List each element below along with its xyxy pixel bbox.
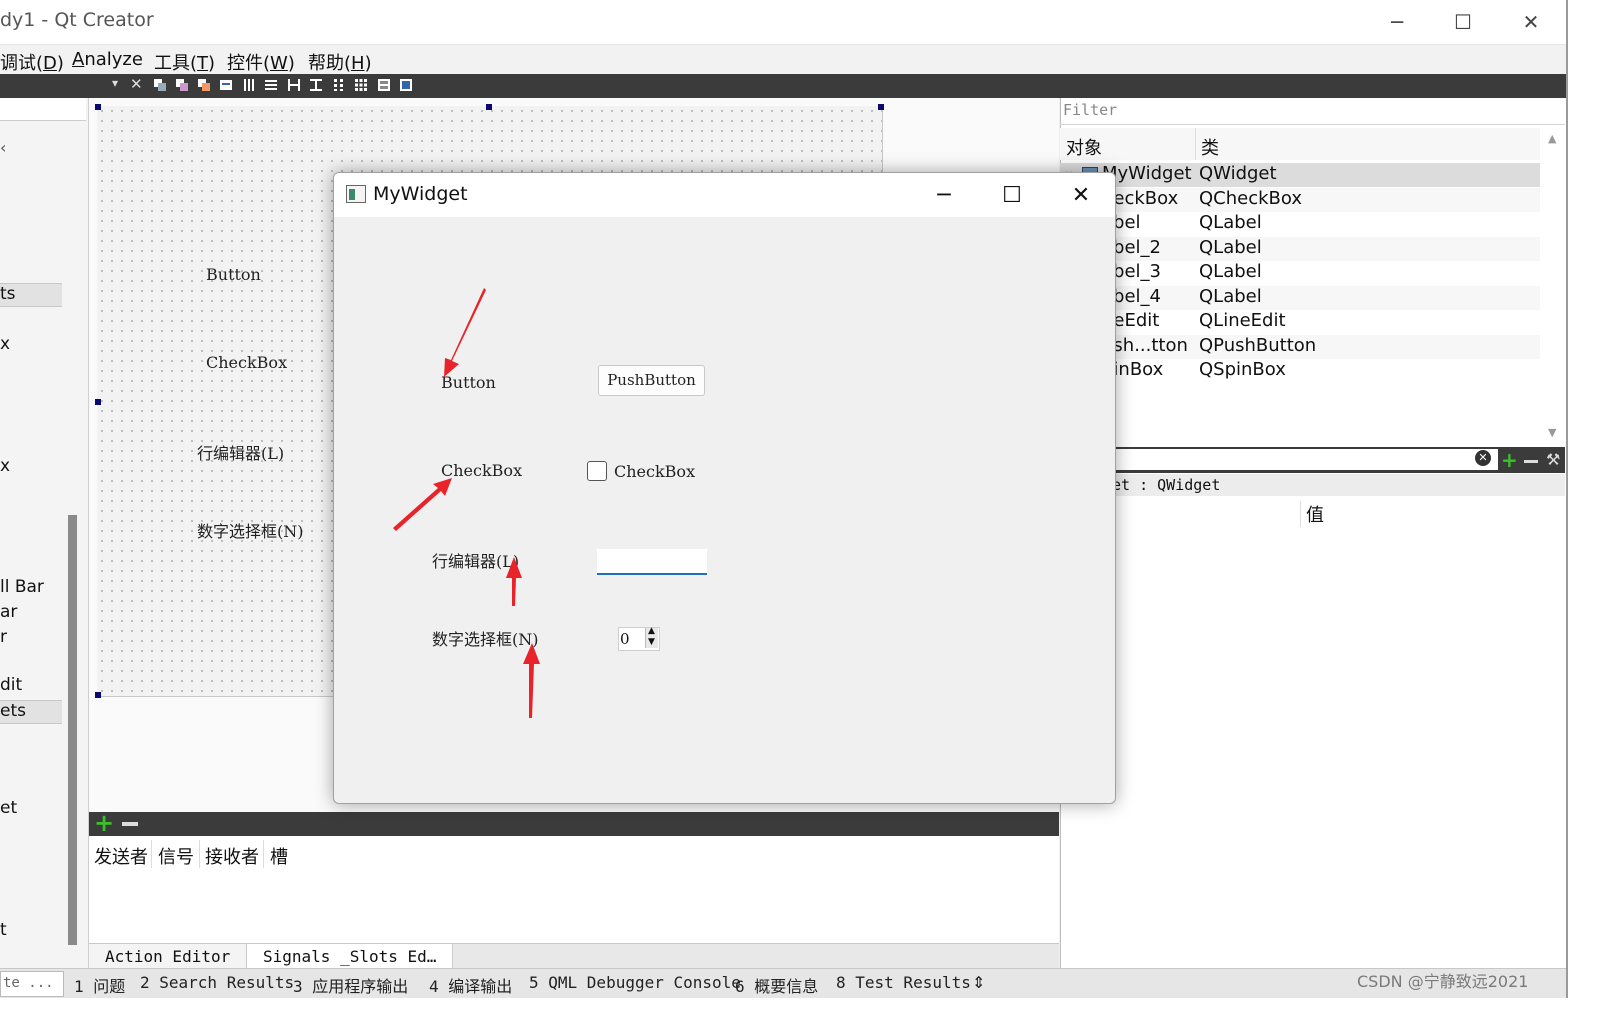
annotation-arrow bbox=[393, 478, 452, 531]
annotation-arrow bbox=[444, 288, 486, 377]
annotation-arrow bbox=[506, 557, 522, 606]
annotation-arrows bbox=[393, 288, 540, 718]
annotation-arrow bbox=[523, 643, 540, 718]
